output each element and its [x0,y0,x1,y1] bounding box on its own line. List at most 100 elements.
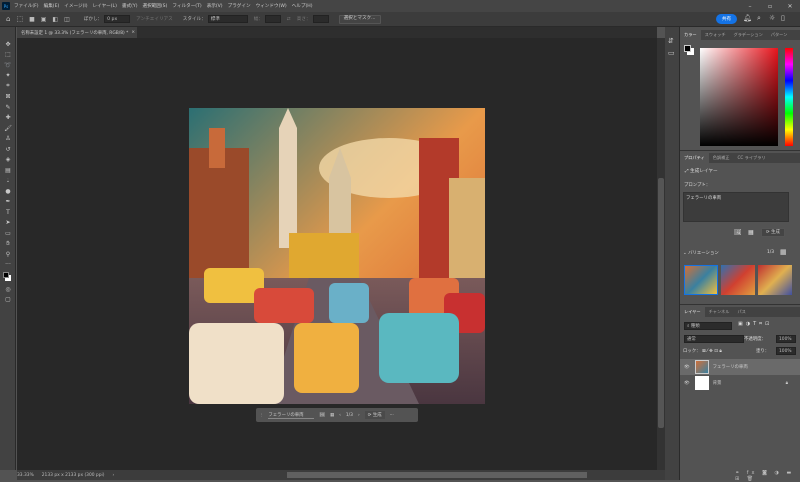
visibility-eye-icon[interactable]: 👁︎ [684,365,690,370]
blur-tool-icon[interactable]: 💧︎ [0,176,16,187]
document-tab[interactable]: 名称未設定 1 @ 33.3% (フェラーリの車両, RGB/8) * × [17,27,137,38]
layer-row[interactable]: 👁︎ 背景 🔒︎ [680,375,800,391]
tab-swatches[interactable]: スウォッチ [701,30,730,40]
tab-channels[interactable]: チャンネル [705,307,734,317]
menu-window[interactable]: ウィンドウ(W) [256,3,287,9]
more-tools-icon[interactable]: ··· [0,260,16,271]
menu-help[interactable]: ヘルプ(H) [292,3,313,9]
zoom-tool-icon[interactable]: ⚲ [0,249,16,260]
zoom-level[interactable]: 33.33% [17,473,34,478]
menu-file[interactable]: ファイル(F) [14,3,39,9]
variation-thumbnail-1[interactable] [684,265,718,295]
intersect-selection-icon[interactable]: ◫ [64,16,70,23]
move-tool-icon[interactable]: ✥ [0,39,16,50]
fill-input[interactable]: 100% [776,347,796,355]
gradient-tool-icon[interactable]: ▤ [0,165,16,176]
pen-tool-icon[interactable]: ✒ [0,197,16,208]
feather-input[interactable]: 0 px [104,15,131,23]
menu-edit[interactable]: 編集(E) [44,3,60,9]
layer-name[interactable]: 背景 [713,380,786,386]
tab-layers[interactable]: レイヤー [680,307,705,317]
generated-image-ferrari-street[interactable] [189,108,485,404]
share-button[interactable]: 共有 [716,14,737,24]
generate-button[interactable]: ⟳ 生成 [761,228,785,237]
style-select[interactable]: 標準 [207,15,248,23]
visibility-eye-icon[interactable]: 👁︎ [684,381,690,386]
more-options-button[interactable]: ··· [390,413,394,418]
opacity-input[interactable]: 100% [776,335,796,343]
reference-image-icon[interactable]: 🖼︎ [734,229,742,236]
blend-mode-select[interactable]: 通常 [684,335,744,343]
menu-view[interactable]: 表示(V) [207,3,223,9]
tab-adjustments[interactable]: 色調補正 [709,153,734,163]
frame-tool-icon[interactable]: ⊠ [0,92,16,103]
notification-bell-icon[interactable]: 🔔︎ [743,14,752,22]
menu-select[interactable]: 選択範囲(S) [143,3,168,9]
minimize-button[interactable]: – [740,0,760,12]
prev-variation-icon[interactable]: ‹ [339,413,341,418]
layers-footer-icons[interactable]: ⚭ fx ◙ ◑ ▬ ⊞ 🗑︎ [735,470,800,482]
swap-icon[interactable]: ⇄ [287,17,291,22]
type-tool-icon[interactable]: T [0,207,16,218]
menu-type[interactable]: 書式(Y) [122,3,138,9]
eraser-tool-icon[interactable]: ◈ [0,155,16,166]
prompt-input[interactable]: フェラーリの車両 [268,412,315,419]
menu-image[interactable]: イメージ(I) [64,3,87,9]
lasso-tool-icon[interactable]: ➰ [0,60,16,71]
healing-brush-icon[interactable]: ✚ [0,113,16,124]
variations-grid-icon[interactable]: ▦ [330,413,334,418]
close-window-button[interactable]: ✕ [780,0,800,12]
variation-thumbnail-3[interactable] [758,265,792,295]
color-swatches[interactable] [0,270,16,284]
workspace-icon[interactable]: ▯ [781,14,785,22]
crop-tool-icon[interactable]: ⌗ [0,81,16,92]
layer-name[interactable]: フェラーリの車両 [713,364,748,370]
tab-cc-libraries[interactable]: CC ライブラリ [733,153,769,163]
home-icon[interactable]: ⌂ [6,15,10,23]
history-panel-icon[interactable]: ⇵ [668,37,679,45]
brush-tool-icon[interactable]: 🖌︎ [0,123,16,134]
layer-filter-icons[interactable]: ▣◑T⌗⊡ [738,321,772,327]
generate-button[interactable]: ⟳ 生成 [364,411,385,419]
discover-icon[interactable]: ☼ [769,14,775,22]
status-menu-arrow[interactable]: › [112,473,114,478]
canvas-area[interactable] [17,38,657,470]
tab-properties[interactable]: プロパティ [680,153,709,163]
history-brush-icon[interactable]: ↺ [0,144,16,155]
comments-panel-icon[interactable]: ▭ [668,49,679,57]
next-variation-icon[interactable]: › [358,413,360,418]
height-input[interactable] [312,15,329,23]
dodge-tool-icon[interactable]: ● [0,186,16,197]
new-selection-icon[interactable]: ■ [29,16,35,23]
prompt-textarea[interactable]: フェラーリの車両 [683,192,789,222]
screen-mode-icon[interactable]: ▢ [0,295,16,306]
marquee-tool-icon[interactable]: ⬚ [0,50,16,61]
menu-layer[interactable]: レイヤー(L) [93,3,117,9]
quick-mask-icon[interactable]: ◎ [0,284,16,295]
grid-view-icon[interactable]: ▦ [748,229,754,236]
foreground-color-swatch[interactable] [684,45,691,52]
vertical-scroll-thumb[interactable] [658,178,664,428]
path-select-tool-icon[interactable]: ➤ [0,218,16,229]
tab-gradients[interactable]: グラデーション [730,30,767,40]
tab-patterns[interactable]: パターン [767,30,792,40]
rectangle-tool-icon[interactable]: ▭ [0,228,16,239]
maximize-button[interactable]: ▫ [760,0,780,12]
select-and-mask-button[interactable]: 選択とマスク... [338,14,381,24]
search-icon[interactable]: ⌕ [757,14,761,23]
menu-plugins[interactable]: プラグイン [228,3,251,9]
reference-image-icon[interactable]: 🖼︎ [319,413,325,418]
width-input[interactable] [264,15,281,23]
color-field[interactable] [700,48,778,146]
stamp-tool-icon[interactable]: ♙ [0,134,16,145]
layer-filter-select[interactable]: ⌕ 種類 [684,322,732,330]
variations-grid-icon[interactable]: ▦ [780,248,787,256]
layer-row-selected[interactable]: 👁︎ フェラーリの車両 [680,359,800,375]
antialias-checkbox[interactable]: アンチエイリアス [136,16,173,22]
variation-thumbnail-2[interactable] [721,265,755,295]
hand-tool-icon[interactable]: ✋︎ [0,239,16,250]
object-select-tool-icon[interactable]: ✦ [0,71,16,82]
foreground-color-swatch[interactable] [3,272,9,278]
close-tab-icon[interactable]: × [131,30,135,35]
add-selection-icon[interactable]: ▣ [41,16,47,23]
